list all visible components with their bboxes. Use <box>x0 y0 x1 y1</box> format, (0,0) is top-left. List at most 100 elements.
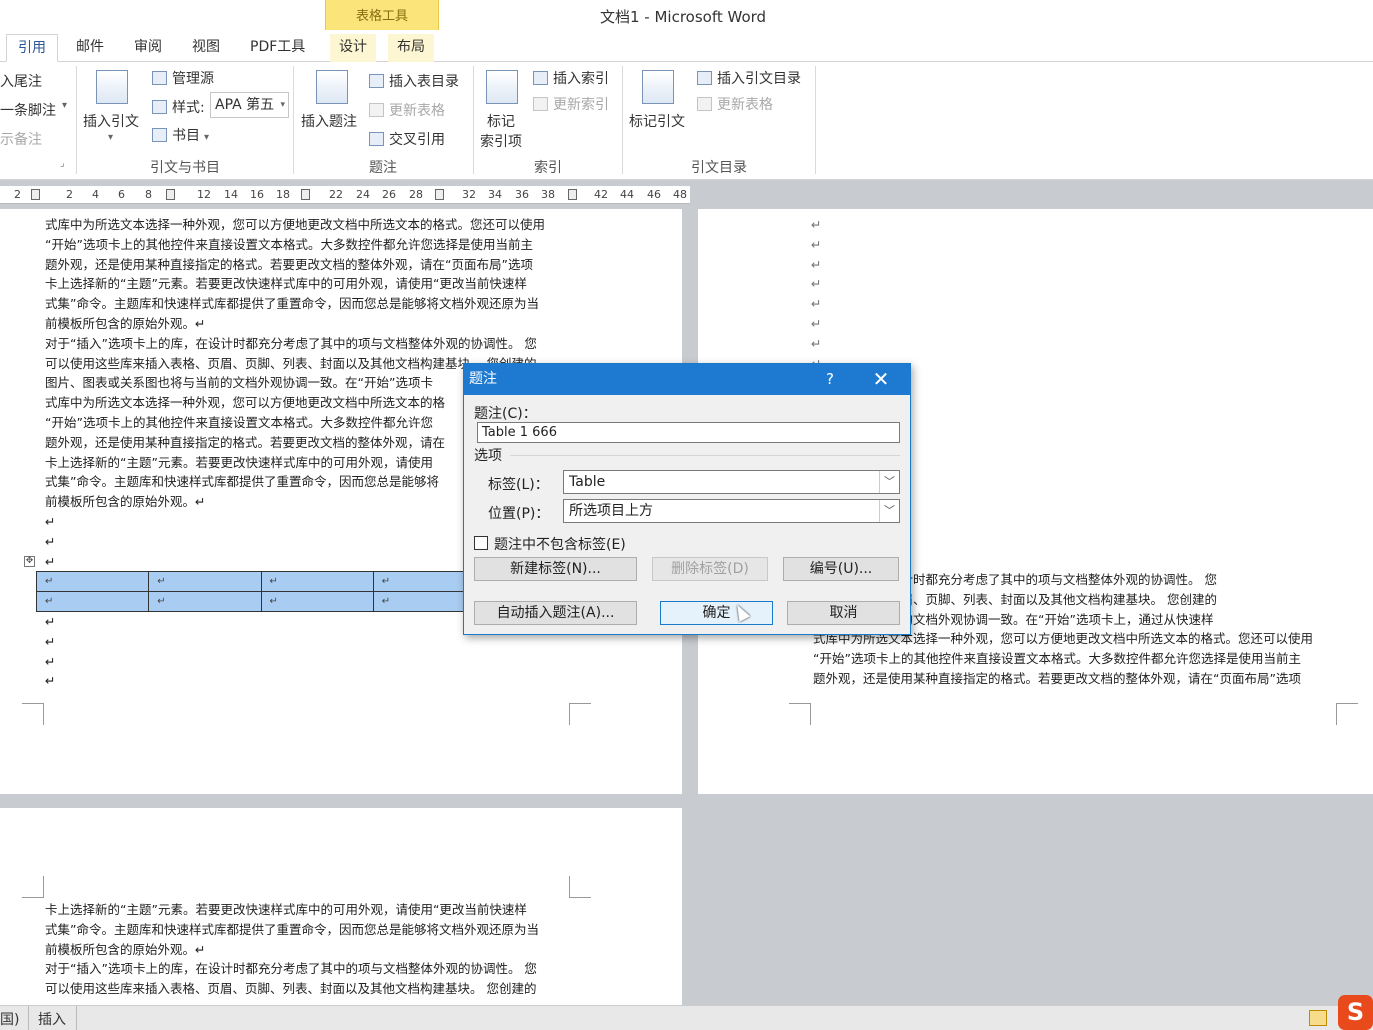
show-notes-button[interactable]: 示备注 <box>0 129 42 149</box>
ok-button[interactable]: 确定 <box>660 601 773 625</box>
column-marker-icon[interactable] <box>301 189 310 200</box>
cancel-button[interactable]: 取消 <box>787 601 900 625</box>
ruler-tick-label: 36 <box>515 188 529 201</box>
manage-sources-icon <box>152 71 167 85</box>
table-cell[interactable]: ↵ <box>260 591 374 612</box>
dialog-title-bar[interactable]: 题注 ? ✕ <box>464 364 910 395</box>
exclude-label-checkbox[interactable] <box>474 536 488 550</box>
numbering-button[interactable]: 编号(U)... <box>783 557 899 581</box>
caption-input[interactable]: Table 1 666 <box>477 422 900 443</box>
page-3[interactable]: 卡上选择新的“主题”元素。若要更改快速样式库中的可用外观，请使用“更改当前快速样… <box>0 808 682 1005</box>
help-icon[interactable]: ? <box>818 364 842 394</box>
position-field-label: 位置(P)： <box>488 506 550 522</box>
ruler-tick-label: 4 <box>92 188 99 201</box>
tab-pdf-tools[interactable]: PDF工具 <box>244 34 311 62</box>
insert-toa-button[interactable]: 插入引文目录 <box>697 68 801 88</box>
column-marker-icon[interactable] <box>568 189 577 200</box>
ruler-tick-label: 28 <box>409 188 423 201</box>
close-icon[interactable]: ✕ <box>868 364 894 394</box>
next-footnote-button[interactable]: 一条脚注 <box>0 100 56 120</box>
paragraph-mark: ↵ <box>811 256 822 272</box>
ruler-tick-label: 26 <box>382 188 396 201</box>
table-cell[interactable]: ↵ <box>35 591 150 612</box>
text-line: 题外观，还是使用某种直接指定的格式。若要更改文档的整体外观，请在“页面布局”选项 <box>45 256 533 272</box>
insert-table-of-figures-button[interactable]: 插入表目录 <box>369 71 459 91</box>
tab-layout[interactable]: 布局 <box>388 34 434 62</box>
table-cell[interactable]: ↵ <box>148 591 262 612</box>
ribbon: 入尾注 一条脚注 ▾ 示备注 ⌟ 插入引文 ▾ 管理源 样式: APA 第五 ▾ … <box>0 62 1373 180</box>
insert-caption-button[interactable]: 插入题注 <box>301 111 357 131</box>
delete-label-button[interactable]: 删除标签(D) <box>652 557 768 581</box>
paragraph-mark: ↵ <box>45 633 56 649</box>
bibliography-icon <box>152 128 167 142</box>
status-bar: 国) 插入 <box>0 1005 1373 1030</box>
insert-index-label: 插入索引 <box>553 71 609 87</box>
tab-review[interactable]: 审阅 <box>128 34 168 62</box>
page-3-text[interactable]: 卡上选择新的“主题”元素。若要更改快速样式库中的可用外观，请使用“更改当前快速样… <box>45 900 539 999</box>
ruler-tick-label: 14 <box>224 188 238 201</box>
manage-sources-button[interactable]: 管理源 <box>152 68 214 88</box>
ruler-tick-label: 8 <box>145 188 152 201</box>
horizontal-ruler[interactable]: 2 2 4 6 8 12 14 16 18 22 24 26 28 32 34 36 38 42 44 46 48 <box>0 186 690 204</box>
mark-entry-line1[interactable]: 标记 <box>487 111 515 131</box>
mark-citation-button[interactable]: 标记引文 <box>629 111 685 131</box>
tab-design[interactable]: 设计 <box>330 34 376 62</box>
text-line: 对于“插入”选项卡上的库，在设计时都充分考虑了其中的项与文档整体外观的协调性。 … <box>45 961 537 977</box>
cross-reference-button[interactable]: 交叉引用 <box>369 129 445 149</box>
column-marker-icon[interactable] <box>31 189 40 200</box>
tab-references[interactable]: 引用 <box>6 34 58 62</box>
crop-mark <box>1336 703 1358 725</box>
print-layout-view-icon[interactable] <box>1309 1010 1327 1026</box>
table-move-handle-icon[interactable]: ✥ <box>24 556 35 567</box>
sogou-ime-logo-icon[interactable]: S <box>1338 995 1373 1030</box>
column-marker-icon[interactable] <box>166 189 175 200</box>
text-line: 卡上选择新的“主题”元素。若要更改快速样式库中的可用外观，请使用“更改当前快速样 <box>45 902 527 917</box>
bibliography-button[interactable]: 书目 ▾ <box>152 125 209 145</box>
window-title: 文档1 - Microsoft Word <box>600 8 767 26</box>
position-select[interactable]: 所选项目上方 ﹀ <box>563 499 900 523</box>
style-icon <box>152 100 167 114</box>
update-toa-label: 更新表格 <box>717 97 773 113</box>
ruler-tick-label: 22 <box>329 188 343 201</box>
insert-endnote-button[interactable]: 入尾注 <box>0 71 42 91</box>
citation-style-select[interactable]: APA 第五 ▾ <box>210 92 289 118</box>
update-index-button[interactable]: 更新索引 <box>533 94 609 114</box>
chevron-down-icon[interactable]: ﹀ <box>879 500 899 522</box>
table-cell[interactable]: ↵ <box>148 571 262 592</box>
mark-entry-line2[interactable]: 索引项 <box>480 131 522 151</box>
style-label-text: 样式: <box>172 100 205 116</box>
update-table-button[interactable]: 更新表格 <box>369 100 445 120</box>
label-select[interactable]: Table ﹀ <box>563 470 900 494</box>
paragraph-mark: ↵ <box>811 296 822 312</box>
ruler-tick-label: 6 <box>118 188 125 201</box>
exclude-label-checkbox-label[interactable]: 题注中不包含标签(E) <box>494 534 626 554</box>
chevron-down-icon[interactable]: ﹀ <box>879 471 899 493</box>
new-label-button[interactable]: 新建标签(N)... <box>474 557 637 581</box>
insert-index-button[interactable]: 插入索引 <box>533 68 609 88</box>
autocaption-button[interactable]: 自动插入题注(A)... <box>474 601 637 625</box>
style-label: 样式: <box>152 97 205 117</box>
selected-table[interactable]: ↵ ↵ ↵ ↵ ↵ ↵ ↵ ↵ <box>35 571 487 612</box>
paragraph-mark: ↵ <box>45 614 56 629</box>
chevron-down-icon: ▾ <box>204 132 210 143</box>
table-tools-context-label: 表格工具 <box>325 0 439 34</box>
tab-mailings[interactable]: 邮件 <box>70 34 110 62</box>
captions-group-label: 题注 <box>369 160 397 176</box>
language-indicator[interactable]: 国) <box>0 1009 19 1029</box>
table-row: ↵ ↵ ↵ ↵ <box>35 571 487 592</box>
insert-mode-indicator[interactable]: 插入 <box>38 1009 66 1029</box>
update-toa-button[interactable]: 更新表格 <box>697 94 773 114</box>
insert-citation-button[interactable]: 插入引文 <box>83 111 139 131</box>
table-cell[interactable]: ↵ <box>35 571 150 592</box>
text-line: 卡上选择新的“主题”元素。若要更改快速样式库中的可用外观，请使用“更改当前快速样 <box>45 276 527 292</box>
insert-citation-dropdown-icon[interactable]: ▾ <box>108 132 113 143</box>
text-line: 式集”命令。主题库和快速样式库都提供了重置命令，因而您总是能够将文档外观还原为当 <box>45 296 539 312</box>
tab-view[interactable]: 视图 <box>186 34 226 62</box>
column-marker-icon[interactable] <box>435 189 444 200</box>
table-cell[interactable]: ↵ <box>260 571 374 592</box>
footnote-dialog-launcher-icon[interactable]: ⌟ <box>60 158 65 169</box>
bibliography-label: 书目 <box>172 128 200 144</box>
options-divider <box>510 455 900 456</box>
next-footnote-dropdown-icon[interactable]: ▾ <box>62 100 67 111</box>
update-index-icon <box>533 97 548 111</box>
